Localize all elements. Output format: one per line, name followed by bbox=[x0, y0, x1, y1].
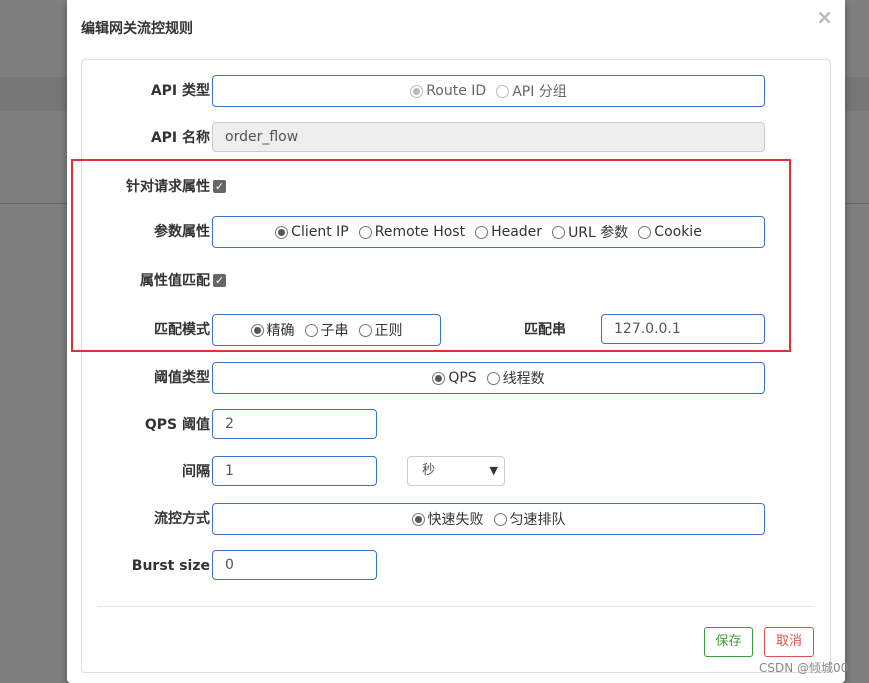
threshold-type-row: 阈值类型 QPS 线程数 bbox=[82, 362, 830, 394]
burst-size-input[interactable]: 0 bbox=[212, 550, 377, 580]
control-mode-row: 流控方式 快速失败 匀速排队 bbox=[82, 503, 830, 535]
burst-size-label: Burst size bbox=[131, 558, 210, 574]
radio-icon bbox=[358, 225, 372, 239]
param-attr-option-remote-host[interactable]: Remote Host bbox=[358, 224, 465, 240]
qps-threshold-row: QPS 阈值 2 bbox=[82, 409, 830, 441]
radio-selected-icon bbox=[432, 371, 446, 385]
param-attr-radio-group: Client IP Remote Host Header URL 参数 Cook… bbox=[212, 216, 765, 248]
param-attr-row: 参数属性 Client IP Remote Host Header URL 参数 bbox=[82, 216, 830, 248]
chevron-down-icon: ▼ bbox=[489, 464, 498, 477]
api-type-option-api-group[interactable]: API 分组 bbox=[496, 81, 567, 101]
attr-match-label: 属性值匹配 bbox=[140, 273, 210, 289]
attr-match-row: 属性值匹配 ✓ bbox=[82, 265, 830, 297]
request-attr-checkbox[interactable]: ✓ bbox=[213, 180, 226, 193]
control-mode-option-rate-limiter[interactable]: 匀速排队 bbox=[493, 509, 566, 529]
radio-icon bbox=[358, 323, 372, 337]
radio-icon bbox=[304, 323, 318, 337]
radio-selected-icon bbox=[250, 323, 264, 337]
radio-icon bbox=[475, 225, 489, 239]
footer-divider bbox=[97, 606, 814, 607]
threshold-type-label: 阈值类型 bbox=[154, 370, 210, 386]
match-mode-option-regex[interactable]: 正则 bbox=[358, 320, 403, 340]
burst-size-row: Burst size 0 bbox=[82, 550, 830, 582]
interval-unit-value: 秒 bbox=[422, 463, 436, 478]
match-mode-label: 匹配模式 bbox=[154, 322, 210, 338]
cancel-button[interactable]: 取消 bbox=[764, 627, 814, 657]
api-type-option-route-id[interactable]: Route ID bbox=[410, 83, 486, 99]
control-mode-option-fail-fast[interactable]: 快速失败 bbox=[411, 509, 484, 529]
attr-match-checkbox[interactable]: ✓ bbox=[213, 274, 226, 287]
match-string-label: 匹配串 bbox=[524, 322, 566, 338]
threshold-type-option-qps[interactable]: QPS bbox=[432, 370, 477, 386]
api-name-label: API 名称 bbox=[150, 130, 210, 146]
match-string-input[interactable]: 127.0.0.1 bbox=[601, 314, 765, 344]
form-panel: API 类型 Route ID API 分组 API 名称 order_flow… bbox=[81, 59, 831, 673]
save-button[interactable]: 保存 bbox=[704, 627, 753, 657]
match-mode-option-exact[interactable]: 精确 bbox=[250, 320, 295, 340]
edit-gateway-flow-rule-dialog: 编辑网关流控规则 × API 类型 Route ID API 分组 API 名称… bbox=[67, 0, 845, 683]
qps-threshold-label: QPS 阈值 bbox=[144, 417, 210, 433]
radio-icon bbox=[486, 371, 500, 385]
param-attr-option-url-param[interactable]: URL 参数 bbox=[552, 222, 628, 242]
api-name-input[interactable]: order_flow bbox=[212, 122, 765, 152]
close-icon[interactable]: × bbox=[816, 7, 833, 27]
param-attr-option-client-ip[interactable]: Client IP bbox=[275, 224, 349, 240]
radio-selected-icon bbox=[411, 512, 425, 526]
match-mode-radio-group: 精确 子串 正则 bbox=[212, 314, 441, 346]
interval-label: 间隔 bbox=[182, 464, 210, 480]
radio-icon bbox=[638, 225, 652, 239]
api-type-label: API 类型 bbox=[150, 83, 210, 99]
threshold-type-radio-group: QPS 线程数 bbox=[212, 362, 765, 394]
radio-selected-icon bbox=[275, 225, 289, 239]
control-mode-label: 流控方式 bbox=[154, 511, 210, 527]
request-attr-row: 针对请求属性 ✓ bbox=[82, 171, 830, 203]
match-mode-option-substring[interactable]: 子串 bbox=[304, 320, 349, 340]
api-name-row: API 名称 order_flow bbox=[82, 122, 830, 154]
radio-selected-icon bbox=[410, 84, 424, 98]
param-attr-label: 参数属性 bbox=[154, 224, 210, 240]
request-attr-label: 针对请求属性 bbox=[126, 179, 210, 195]
watermark: CSDN @倾城00 bbox=[759, 661, 849, 675]
match-mode-row: 匹配模式 精确 子串 正则 匹配串 127.0.0.1 bbox=[82, 314, 830, 346]
radio-icon bbox=[493, 512, 507, 526]
interval-row: 间隔 1 秒 ▼ bbox=[82, 456, 830, 488]
radio-icon bbox=[496, 84, 510, 98]
param-attr-option-cookie[interactable]: Cookie bbox=[638, 224, 702, 240]
interval-input[interactable]: 1 bbox=[212, 456, 377, 486]
radio-icon bbox=[552, 225, 566, 239]
api-type-row: API 类型 Route ID API 分组 bbox=[82, 75, 830, 107]
qps-threshold-input[interactable]: 2 bbox=[212, 409, 377, 439]
api-type-radio-group: Route ID API 分组 bbox=[212, 75, 765, 107]
param-attr-option-header[interactable]: Header bbox=[475, 224, 542, 240]
threshold-type-option-threads[interactable]: 线程数 bbox=[486, 368, 545, 388]
interval-unit-select[interactable]: 秒 ▼ bbox=[407, 456, 505, 486]
dialog-title: 编辑网关流控规则 bbox=[81, 21, 193, 37]
control-mode-radio-group: 快速失败 匀速排队 bbox=[212, 503, 765, 535]
